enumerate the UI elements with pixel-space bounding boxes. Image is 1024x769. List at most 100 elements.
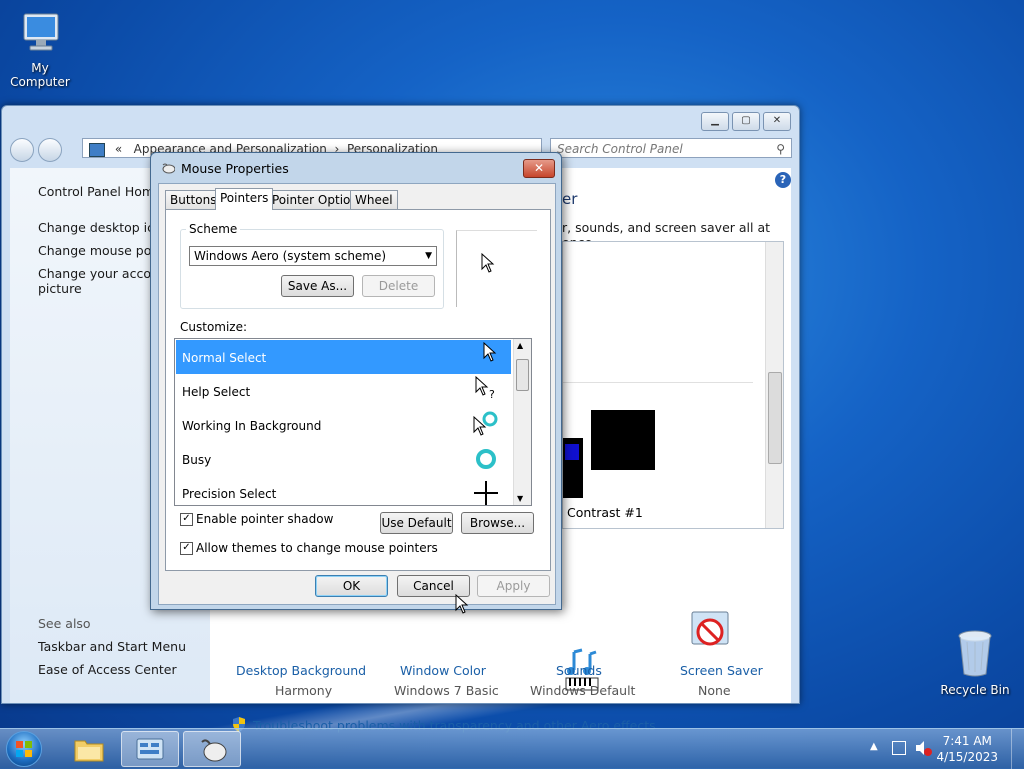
mouse-properties-dialog: Mouse Properties ✕ Buttons Pointers Poin…	[150, 152, 562, 610]
pointers-panel: Scheme Windows Aero (system scheme) ▼ Sa…	[165, 209, 551, 571]
scroll-down-icon[interactable]: ▼	[517, 494, 523, 503]
dialog-body: Buttons Pointers Pointer Options Wheel S…	[158, 183, 556, 605]
recycle-bin-icon	[935, 628, 1015, 681]
ok-button[interactable]: OK	[315, 575, 388, 597]
folder-icon	[74, 740, 104, 762]
sounds-link[interactable]: Sounds	[556, 663, 602, 678]
arrow-cursor-icon	[481, 253, 495, 273]
allow-themes-checkbox[interactable]: ✓	[180, 542, 193, 555]
taskbar-start-menu-link[interactable]: Taskbar and Start Menu	[38, 639, 186, 654]
desktop-background-link[interactable]: Desktop Background	[236, 663, 366, 678]
enable-shadow-checkbox[interactable]: ✓	[180, 513, 193, 526]
browse-button[interactable]: Browse...	[461, 512, 534, 534]
list-item-precision-select[interactable]: Precision Select	[176, 476, 511, 505]
list-item-label: Working In Background	[182, 419, 322, 433]
control-panel-icon	[136, 738, 164, 760]
high-contrast-thumbnail[interactable]	[591, 410, 655, 470]
volume-muted-icon[interactable]	[914, 739, 932, 757]
maximize-button[interactable]: ▢	[732, 112, 760, 131]
scroll-thumb[interactable]	[768, 372, 782, 464]
clock-date: 4/15/2023	[936, 750, 998, 764]
list-item-label: Help Select	[182, 385, 251, 399]
screen-saver-link[interactable]: Screen Saver	[680, 663, 763, 678]
list-item-label: Precision Select	[182, 487, 277, 501]
mouse-cursor-icon	[455, 594, 469, 614]
desktop-icon-label: Recycle Bin	[940, 683, 1010, 697]
help-cursor-icon: ?	[475, 376, 495, 400]
mouse-icon	[161, 162, 176, 174]
delete-button[interactable]: Delete	[362, 275, 435, 297]
list-item-busy[interactable]: Busy	[176, 442, 511, 476]
customize-label: Customize:	[180, 320, 248, 334]
scheme-value: Windows Aero (system scheme)	[194, 249, 387, 263]
taskbar-control-panel-button[interactable]	[121, 731, 179, 767]
pointer-preview	[456, 230, 537, 307]
dialog-title: Mouse Properties	[181, 161, 289, 176]
mouse-icon	[201, 739, 227, 762]
desktop-icon-recycle-bin[interactable]: Recycle Bin	[935, 628, 1015, 697]
use-default-button[interactable]: Use Default	[380, 512, 453, 534]
system-clock[interactable]: 7:41 AM 4/15/2023	[936, 733, 998, 765]
crosshair-cursor-icon	[474, 481, 498, 505]
screen-saver-icon	[688, 608, 734, 654]
scheme-group	[180, 229, 444, 309]
scroll-up-icon[interactable]: ▲	[517, 341, 523, 350]
busy-cursor-icon	[476, 449, 496, 469]
taskbar-mouse-button[interactable]	[183, 731, 241, 767]
windows-logo-icon	[16, 741, 32, 757]
search-placeholder: Search Control Panel	[557, 142, 683, 156]
taskbar-explorer-button[interactable]	[60, 731, 118, 767]
list-item-label: Normal Select	[182, 351, 267, 365]
tab-wheel[interactable]: Wheel	[350, 190, 398, 209]
computer-icon	[0, 8, 80, 59]
arrow-cursor-icon	[483, 342, 497, 362]
list-item-label: Busy	[182, 453, 212, 467]
list-item-normal-select[interactable]: Normal Select	[176, 340, 511, 374]
working-cursor-icon	[473, 411, 498, 436]
control-panel-home-link[interactable]: Control Panel Home	[38, 184, 162, 199]
pointer-list[interactable]: Normal Select Help Select ? Working In B…	[174, 338, 532, 506]
network-icon[interactable]	[892, 741, 906, 755]
search-icon: ⚲	[776, 142, 785, 156]
see-also-heading: See also	[38, 616, 91, 631]
desktop-background-value: Harmony	[275, 683, 333, 698]
scheme-label: Scheme	[186, 222, 241, 236]
theme-list[interactable]: Contrast #1	[562, 241, 784, 529]
forward-button[interactable]	[38, 138, 62, 162]
minimize-button[interactable]: ▁	[701, 112, 729, 131]
breadcrumb-prefix: «	[114, 142, 123, 156]
apply-button[interactable]: Apply	[477, 575, 550, 597]
window-color-link[interactable]: Window Color	[400, 663, 486, 678]
sounds-value: Windows Default	[530, 683, 636, 698]
close-button[interactable]: ✕	[763, 112, 791, 131]
window-color-value: Windows 7 Basic	[394, 683, 499, 698]
theme-divider	[563, 382, 753, 383]
svg-text:?: ?	[489, 388, 495, 400]
scroll-thumb[interactable]	[516, 359, 529, 391]
taskbar: ▲ 7:41 AM 4/15/2023	[0, 728, 1024, 769]
chevron-down-icon: ▼	[425, 251, 432, 261]
page-heading-fragment: er	[562, 190, 578, 208]
desktop-icon-my-computer[interactable]: My Computer	[0, 8, 80, 89]
show-hidden-icons-button[interactable]: ▲	[870, 741, 878, 752]
help-icon[interactable]: ?	[775, 172, 791, 188]
desktop-icon-label: My Computer	[10, 61, 70, 89]
dialog-close-button[interactable]: ✕	[523, 159, 555, 178]
ease-of-access-link[interactable]: Ease of Access Center	[38, 662, 177, 677]
save-as-button[interactable]: Save As...	[281, 275, 354, 297]
theme-name: Contrast #1	[567, 505, 643, 520]
scheme-select[interactable]: Windows Aero (system scheme) ▼	[189, 246, 437, 266]
theme-list-scrollbar[interactable]	[765, 242, 783, 528]
list-item-working-in-background[interactable]: Working In Background	[176, 408, 511, 442]
start-button[interactable]	[6, 731, 42, 767]
screen-saver-value: None	[698, 683, 731, 698]
list-item-help-select[interactable]: Help Select ?	[176, 374, 511, 408]
show-desktop-button[interactable]	[1011, 729, 1024, 769]
clock-time: 7:41 AM	[942, 734, 992, 748]
allow-themes-label: Allow themes to change mouse pointers	[196, 541, 438, 555]
pointer-list-scrollbar[interactable]: ▲ ▼	[513, 339, 531, 505]
tab-buttons[interactable]: Buttons	[165, 190, 222, 209]
back-button[interactable]	[10, 138, 34, 162]
tab-pointers[interactable]: Pointers	[215, 188, 274, 210]
search-input[interactable]: Search Control Panel ⚲	[550, 138, 792, 158]
